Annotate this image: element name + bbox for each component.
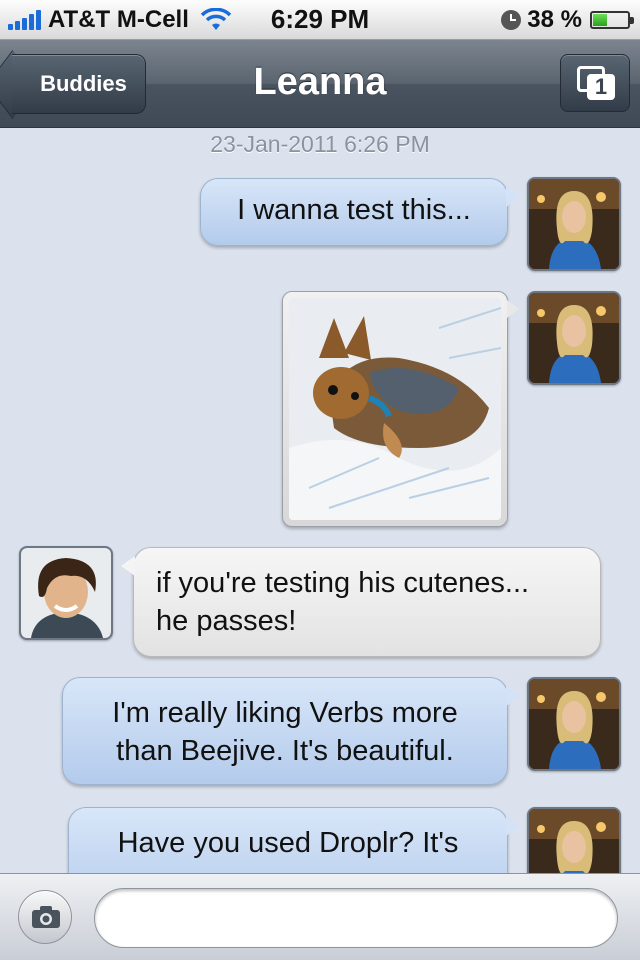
my-avatar[interactable] — [527, 177, 621, 271]
message-text: Have you used Droplr? It's — [117, 827, 459, 859]
status-bar: AT&T M-Cell 6:29 PM 38 % — [0, 0, 640, 40]
windows-button[interactable]: 1 — [560, 54, 630, 112]
camera-icon — [32, 906, 60, 928]
wifi-icon — [200, 7, 232, 30]
carrier-name: AT&T M-Cell — [48, 5, 189, 33]
windows-icon: 1 — [577, 66, 615, 100]
photo-message[interactable] — [282, 291, 519, 527]
message-input[interactable] — [94, 888, 618, 948]
message-text: than Beejive. It's beautiful. — [116, 735, 454, 767]
message-bubble-outgoing[interactable]: Have you used Droplr? It's — [68, 807, 520, 873]
dog-photo[interactable] — [289, 298, 501, 520]
message-bubble-outgoing[interactable]: I'm really liking Verbs more than Beejiv… — [62, 677, 520, 785]
message-bubble-outgoing[interactable]: I wanna test this... — [200, 178, 520, 246]
battery-percent: 38 % — [527, 5, 582, 33]
buddy-avatar[interactable] — [19, 546, 113, 640]
message-text: I'm really liking Verbs more — [112, 697, 458, 729]
message-text: if you're testing his cutenes... — [156, 567, 530, 599]
compose-bar — [0, 873, 640, 960]
my-avatar[interactable] — [527, 677, 621, 771]
chat-timestamp: 23-Jan-2011 6:26 PM — [210, 131, 430, 157]
camera-button[interactable] — [18, 890, 72, 944]
windows-count: 1 — [587, 74, 615, 100]
message-text: he passes! — [156, 605, 297, 637]
my-avatar[interactable] — [527, 291, 621, 385]
message-text: I wanna test this... — [237, 194, 471, 226]
clock-icon — [501, 9, 522, 30]
my-avatar[interactable] — [527, 807, 621, 873]
back-button[interactable]: Buddies — [12, 54, 146, 114]
nav-bar: Buddies Leanna 1 — [0, 40, 640, 128]
back-button-label: Buddies — [40, 71, 127, 96]
chat-transcript[interactable]: 23-Jan-2011 6:26 PM I wanna test this... — [0, 129, 640, 873]
message-bubble-incoming[interactable]: if you're testing his cutenes... he pass… — [121, 547, 601, 657]
page-title: Leanna — [253, 61, 387, 103]
battery-level — [593, 13, 607, 26]
battery-icon — [590, 10, 634, 29]
signal-icon — [8, 9, 41, 30]
